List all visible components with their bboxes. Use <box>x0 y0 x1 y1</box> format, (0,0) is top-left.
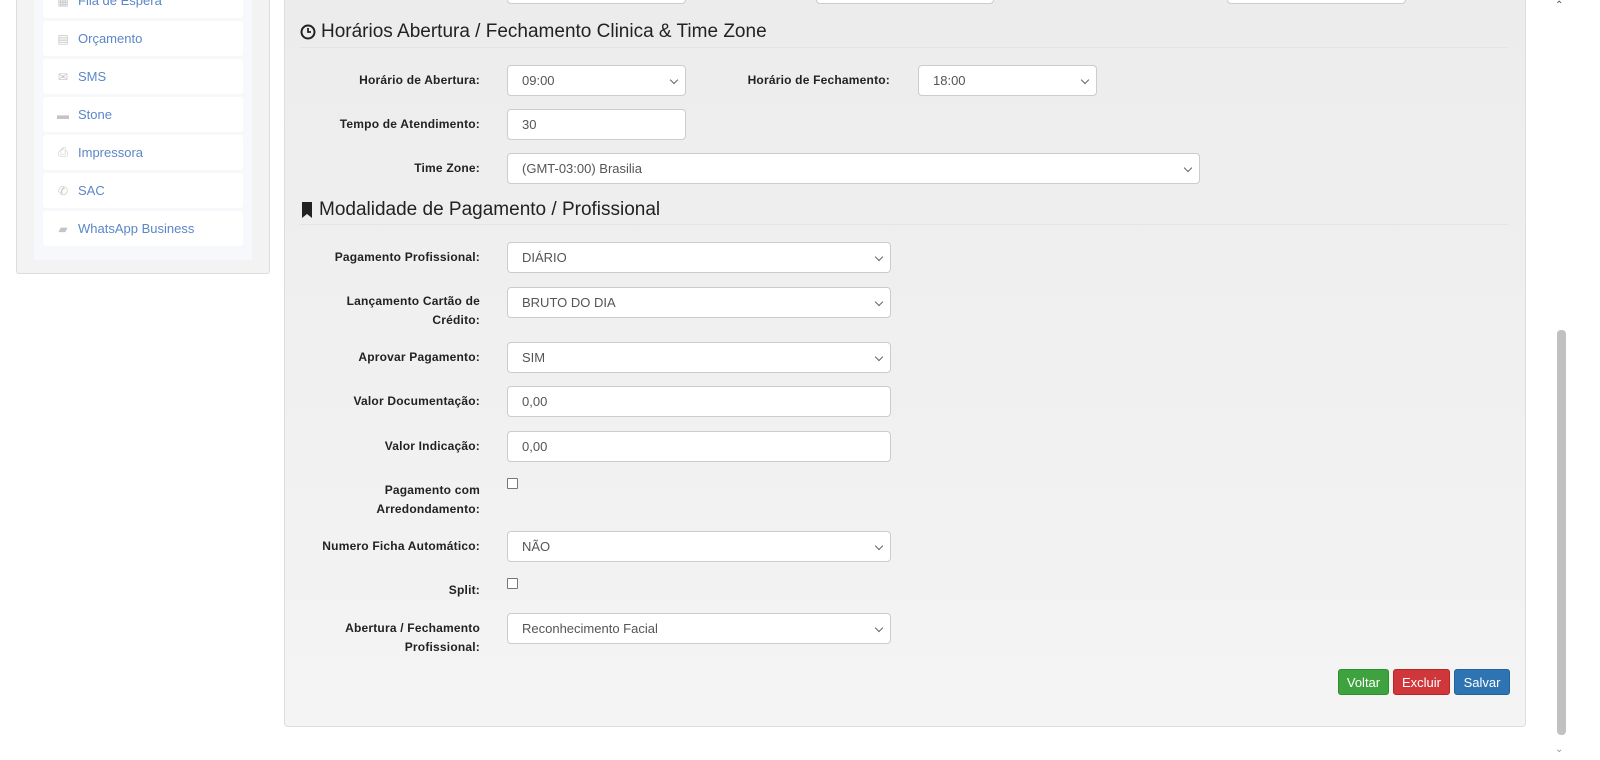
openclose-select[interactable]: Reconhecimento Facial <box>507 613 891 644</box>
split-label: Split: <box>448 583 480 597</box>
card-label: Lançamento Cartão de Crédito: <box>280 292 480 330</box>
list-icon: ▤ <box>57 31 69 46</box>
sidebar-item-label: Stone <box>78 107 112 122</box>
sidebar-item-stone[interactable]: ▬ Stone <box>43 97 243 132</box>
scrollbar-thumb[interactable] <box>1557 330 1566 735</box>
openclose-label-line2: Profissional: <box>404 640 480 654</box>
delete-button[interactable]: Excluir <box>1393 669 1450 695</box>
envelope-icon: ✉ <box>57 69 69 84</box>
back-button[interactable]: Voltar <box>1338 669 1389 695</box>
divider <box>300 47 1508 48</box>
doc-value-input[interactable]: 0,00 <box>507 386 891 417</box>
pay-prof-select[interactable]: DIÁRIO <box>507 242 891 273</box>
card-label-line2: Crédito: <box>432 313 480 327</box>
sidebar-item-label: WhatsApp Business <box>78 221 195 236</box>
sidebar-item-label: Impressora <box>78 145 144 160</box>
printer-icon: ⎙ <box>58 145 68 159</box>
sidebar-item-fila-de-espera[interactable]: ▦ Fila de Espera <box>43 0 243 18</box>
split-checkbox[interactable] <box>507 578 518 589</box>
ficha-select[interactable]: NÃO <box>507 531 891 562</box>
sidebar-item-label: SAC <box>78 183 105 198</box>
openclose-label-line1: Abertura / Fechamento <box>345 621 480 635</box>
approve-label: Aprovar Pagamento: <box>358 350 480 364</box>
timezone-label: Time Zone: <box>414 161 480 175</box>
service-time-input[interactable]: 30 <box>507 109 686 140</box>
section-heading-payment: Modalidade de Pagamento / Profissional <box>300 199 660 221</box>
ficha-label: Numero Ficha Automático: <box>322 539 480 553</box>
sidebar-item-label: Fila de Espera <box>78 0 162 8</box>
pay-prof-label: Pagamento Profissional: <box>334 250 480 264</box>
credit-card-icon: ▬ <box>57 107 69 122</box>
service-time-label: Tempo de Atendimento: <box>339 117 480 131</box>
clock-icon <box>300 24 316 40</box>
sidebar-item-label: SMS <box>78 69 107 84</box>
sidebar-item-or-amento[interactable]: ▤ Orçamento <box>43 21 243 56</box>
opening-time-select[interactable]: 09:00 <box>507 65 686 96</box>
closing-time-select[interactable]: 18:00 <box>918 65 1097 96</box>
round-checkbox[interactable] <box>507 478 518 489</box>
partial-field-2[interactable] <box>816 0 994 4</box>
divider <box>300 224 1508 225</box>
approve-select[interactable]: SIM <box>507 342 891 373</box>
card-select[interactable]: BRUTO DO DIA <box>507 287 891 318</box>
partial-field-3[interactable] <box>1227 0 1406 4</box>
sidebar-item-sac[interactable]: ✆ SAC <box>43 173 243 208</box>
bookmark-icon <box>302 202 312 218</box>
doc-label: Valor Documentação: <box>353 394 480 408</box>
comment-icon: ▰ <box>58 221 68 236</box>
sidebar-item-impressora[interactable]: ⎙ Impressora <box>43 135 243 170</box>
scroll-up-arrow[interactable]: ⌃ <box>1555 0 1563 11</box>
round-label: Pagamento com Arredondamento: <box>280 481 480 519</box>
scroll-down-arrow[interactable]: ⌄ <box>1555 744 1563 755</box>
partial-field-1[interactable] <box>507 0 686 4</box>
sidebar-item-sms[interactable]: ✉ SMS <box>43 59 243 94</box>
sidebar-item-label: Orçamento <box>78 31 143 46</box>
timezone-select[interactable]: (GMT-03:00) Brasilia <box>507 153 1200 184</box>
round-label-line2: Arredondamento: <box>376 502 480 516</box>
section-heading-hours: Horários Abertura / Fechamento Clinica &… <box>300 21 767 43</box>
phone-icon: ✆ <box>57 183 69 198</box>
round-label-line1: Pagamento com <box>384 483 480 497</box>
ind-value-input[interactable]: 0,00 <box>507 431 891 462</box>
opening-label: Horário de Abertura: <box>359 73 480 87</box>
ind-label: Valor Indicação: <box>384 439 480 453</box>
save-button[interactable]: Salvar <box>1454 669 1510 695</box>
sidebar-item-whatsapp-business[interactable]: ▰ WhatsApp Business <box>43 211 243 246</box>
grid-icon: ▦ <box>57 0 69 8</box>
card-label-line1: Lançamento Cartão de <box>346 294 480 308</box>
openclose-label: Abertura / Fechamento Profissional: <box>280 619 480 657</box>
closing-label: Horário de Fechamento: <box>747 73 890 87</box>
